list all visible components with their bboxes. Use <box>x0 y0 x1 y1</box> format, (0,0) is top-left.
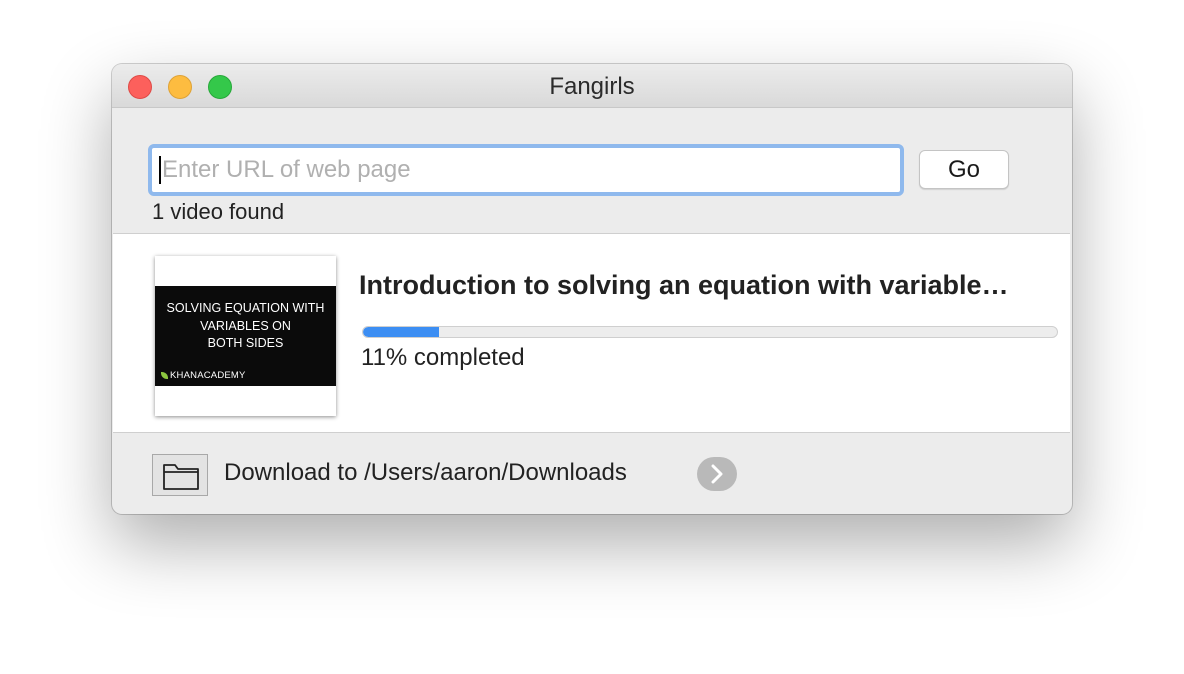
download-progress-fill <box>363 327 440 337</box>
progress-status-label: 11% completed <box>361 344 525 371</box>
thumbnail-caption-line: SOLVING EQUATION WITH <box>166 301 325 315</box>
go-button[interactable]: Go <box>919 150 1009 189</box>
thumbnail-brand: KHANACADEMY <box>161 370 246 381</box>
text-cursor <box>159 156 161 184</box>
download-progress-bar <box>362 326 1058 338</box>
app-window: Fangirls Go 1 video found SOLVING EQUATI… <box>112 64 1072 514</box>
choose-folder-button[interactable] <box>152 454 208 496</box>
url-input[interactable] <box>148 144 904 196</box>
download-location-label: Download to /Users/aaron/Downloads <box>224 459 627 486</box>
chevron-right-icon <box>711 464 723 484</box>
folder-icon <box>163 464 199 490</box>
reveal-in-finder-button[interactable] <box>697 457 737 491</box>
leaf-icon <box>161 372 168 379</box>
thumbnail-brand-label: KHANACADEMY <box>170 370 246 381</box>
thumbnail-caption-line: BOTH SIDES <box>207 336 284 350</box>
video-thumbnail: SOLVING EQUATION WITH VARIABLES ON BOTH … <box>155 256 336 416</box>
video-title: Introduction to solving an equation with… <box>359 270 1009 300</box>
title-bar[interactable]: Fangirls <box>112 64 1072 108</box>
thumbnail-caption-line: VARIABLES ON <box>200 318 291 333</box>
window-title: Fangirls <box>549 73 635 100</box>
video-list[interactable]: SOLVING EQUATION WITH VARIABLES ON BOTH … <box>113 233 1070 433</box>
thumbnail-frame: SOLVING EQUATION WITH VARIABLES ON BOTH … <box>155 286 336 386</box>
thumbnail-caption: SOLVING EQUATION WITH VARIABLES ON BOTH … <box>155 300 336 353</box>
results-count-label: 1 video found <box>152 199 285 224</box>
